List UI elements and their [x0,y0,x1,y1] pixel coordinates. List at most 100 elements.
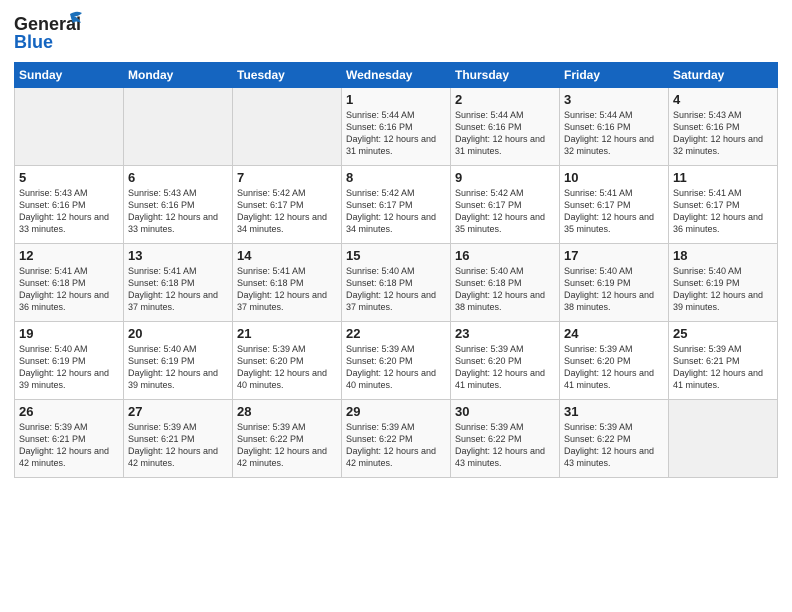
calendar-cell: 12Sunrise: 5:41 AM Sunset: 6:18 PM Dayli… [15,244,124,322]
calendar-cell: 16 Sunrise: 5:40 AM Sunset: 6:18 PM Dayli… [451,244,560,322]
day-number: 17 [564,248,664,263]
day-number: 16 [455,248,555,263]
svg-text:Blue: Blue [14,32,53,52]
day-number: 8 [346,170,446,185]
day-header-wednesday: Wednesday [342,63,451,88]
calendar-cell: 10 Sunrise: 5:41 AM Sunset: 6:17 PM Dayli… [560,166,669,244]
calendar-cell [669,400,778,478]
cell-info: Sunrise: 5:44 AM Sunset: 6:16 PM Dayligh… [346,109,446,158]
cell-info: Sunrise: 5:40 AM Sunset: 6:18 PM Dayligh… [455,265,555,314]
header-row: SundayMondayTuesdayWednesdayThursdayFrid… [15,63,778,88]
day-number: 25 [673,326,773,341]
calendar-cell: 22 Sunrise: 5:39 AM Sunset: 6:20 PM Dayli… [342,322,451,400]
cell-info: Sunrise: 5:40 AM Sunset: 6:19 PM Dayligh… [673,265,773,314]
day-number: 9 [455,170,555,185]
day-number: 22 [346,326,446,341]
calendar-cell: 27 Sunrise: 5:39 AM Sunset: 6:21 PM Dayli… [124,400,233,478]
cell-info: Sunrise: 5:44 AM Sunset: 6:16 PM Dayligh… [564,109,664,158]
calendar-cell [233,88,342,166]
day-number: 3 [564,92,664,107]
calendar-cell: 2 Sunrise: 5:44 AM Sunset: 6:16 PM Daylig… [451,88,560,166]
calendar-cell: 3 Sunrise: 5:44 AM Sunset: 6:16 PM Daylig… [560,88,669,166]
week-row-4: 19 Sunrise: 5:40 AM Sunset: 6:19 PM Dayli… [15,322,778,400]
cell-info: Sunrise: 5:39 AM Sunset: 6:22 PM Dayligh… [455,421,555,470]
day-number: 7 [237,170,337,185]
day-number: 6 [128,170,228,185]
header: GeneralBlue [14,10,778,54]
day-number: 14 [237,248,337,263]
day-number: 1 [346,92,446,107]
calendar-cell: 30 Sunrise: 5:39 AM Sunset: 6:22 PM Dayli… [451,400,560,478]
week-row-5: 26 Sunrise: 5:39 AM Sunset: 6:21 PM Dayli… [15,400,778,478]
calendar-cell [124,88,233,166]
week-row-2: 5 Sunrise: 5:43 AM Sunset: 6:16 PM Daylig… [15,166,778,244]
calendar-cell: 1 Sunrise: 5:44 AM Sunset: 6:16 PM Daylig… [342,88,451,166]
cell-info: Sunrise: 5:42 AM Sunset: 6:17 PM Dayligh… [455,187,555,236]
calendar-cell: 25 Sunrise: 5:39 AM Sunset: 6:21 PM Dayli… [669,322,778,400]
calendar-cell: 5 Sunrise: 5:43 AM Sunset: 6:16 PM Daylig… [15,166,124,244]
calendar-cell: 11Sunrise: 5:41 AM Sunset: 6:17 PM Dayli… [669,166,778,244]
day-number: 26 [19,404,119,419]
logo-svg: GeneralBlue [14,10,84,54]
day-number: 24 [564,326,664,341]
day-number: 5 [19,170,119,185]
calendar-cell: 14 Sunrise: 5:41 AM Sunset: 6:18 PM Dayli… [233,244,342,322]
calendar-table: SundayMondayTuesdayWednesdayThursdayFrid… [14,62,778,478]
cell-info: Sunrise: 5:39 AM Sunset: 6:21 PM Dayligh… [19,421,119,470]
cell-info: Sunrise: 5:44 AM Sunset: 6:16 PM Dayligh… [455,109,555,158]
day-number: 19 [19,326,119,341]
calendar-cell: 26 Sunrise: 5:39 AM Sunset: 6:21 PM Dayli… [15,400,124,478]
day-number: 2 [455,92,555,107]
cell-info: Sunrise: 5:39 AM Sunset: 6:20 PM Dayligh… [237,343,337,392]
calendar-cell: 29 Sunrise: 5:39 AM Sunset: 6:22 PM Dayli… [342,400,451,478]
cell-info: Sunrise: 5:40 AM Sunset: 6:19 PM Dayligh… [128,343,228,392]
day-number: 21 [237,326,337,341]
day-header-tuesday: Tuesday [233,63,342,88]
calendar-cell: 4Sunrise: 5:43 AM Sunset: 6:16 PM Daylig… [669,88,778,166]
day-number: 20 [128,326,228,341]
calendar-cell: 20 Sunrise: 5:40 AM Sunset: 6:19 PM Dayli… [124,322,233,400]
day-number: 30 [455,404,555,419]
cell-info: Sunrise: 5:42 AM Sunset: 6:17 PM Dayligh… [346,187,446,236]
cell-info: Sunrise: 5:41 AM Sunset: 6:17 PM Dayligh… [564,187,664,236]
cell-info: Sunrise: 5:43 AM Sunset: 6:16 PM Dayligh… [19,187,119,236]
cell-info: Sunrise: 5:39 AM Sunset: 6:20 PM Dayligh… [346,343,446,392]
day-header-saturday: Saturday [669,63,778,88]
cell-info: Sunrise: 5:41 AM Sunset: 6:18 PM Dayligh… [237,265,337,314]
week-row-3: 12 Sunrise: 5:41 AM Sunset: 6:18 PM Dayli… [15,244,778,322]
cell-info: Sunrise: 5:43 AM Sunset: 6:16 PM Dayligh… [673,109,773,158]
cell-info: Sunrise: 5:39 AM Sunset: 6:22 PM Dayligh… [346,421,446,470]
day-number: 31 [564,404,664,419]
calendar-cell: 31Sunrise: 5:39 AM Sunset: 6:22 PM Dayli… [560,400,669,478]
cell-info: Sunrise: 5:39 AM Sunset: 6:22 PM Dayligh… [237,421,337,470]
calendar-cell: 24 Sunrise: 5:39 AM Sunset: 6:20 PM Dayli… [560,322,669,400]
day-number: 12 [19,248,119,263]
cell-info: Sunrise: 5:39 AM Sunset: 6:20 PM Dayligh… [455,343,555,392]
cell-info: Sunrise: 5:39 AM Sunset: 6:20 PM Dayligh… [564,343,664,392]
logo: GeneralBlue [14,10,84,54]
calendar-cell: 19Sunrise: 5:40 AM Sunset: 6:19 PM Dayli… [15,322,124,400]
day-number: 15 [346,248,446,263]
cell-info: Sunrise: 5:39 AM Sunset: 6:21 PM Dayligh… [128,421,228,470]
day-number: 18 [673,248,773,263]
page: GeneralBlue SundayMondayTuesdayWednesday… [0,0,792,612]
cell-info: Sunrise: 5:43 AM Sunset: 6:16 PM Dayligh… [128,187,228,236]
day-number: 28 [237,404,337,419]
day-header-thursday: Thursday [451,63,560,88]
calendar-cell: 15Sunrise: 5:40 AM Sunset: 6:18 PM Dayli… [342,244,451,322]
calendar-cell: 21 Sunrise: 5:39 AM Sunset: 6:20 PM Dayli… [233,322,342,400]
calendar-cell [15,88,124,166]
day-number: 23 [455,326,555,341]
day-number: 11 [673,170,773,185]
calendar-cell: 17 Sunrise: 5:40 AM Sunset: 6:19 PM Dayli… [560,244,669,322]
day-number: 10 [564,170,664,185]
day-number: 13 [128,248,228,263]
cell-info: Sunrise: 5:40 AM Sunset: 6:19 PM Dayligh… [564,265,664,314]
cell-info: Sunrise: 5:39 AM Sunset: 6:21 PM Dayligh… [673,343,773,392]
calendar-cell: 9 Sunrise: 5:42 AM Sunset: 6:17 PM Daylig… [451,166,560,244]
calendar-cell: 13Sunrise: 5:41 AM Sunset: 6:18 PM Dayli… [124,244,233,322]
calendar-cell: 23 Sunrise: 5:39 AM Sunset: 6:20 PM Dayli… [451,322,560,400]
day-number: 27 [128,404,228,419]
day-number: 29 [346,404,446,419]
day-header-sunday: Sunday [15,63,124,88]
